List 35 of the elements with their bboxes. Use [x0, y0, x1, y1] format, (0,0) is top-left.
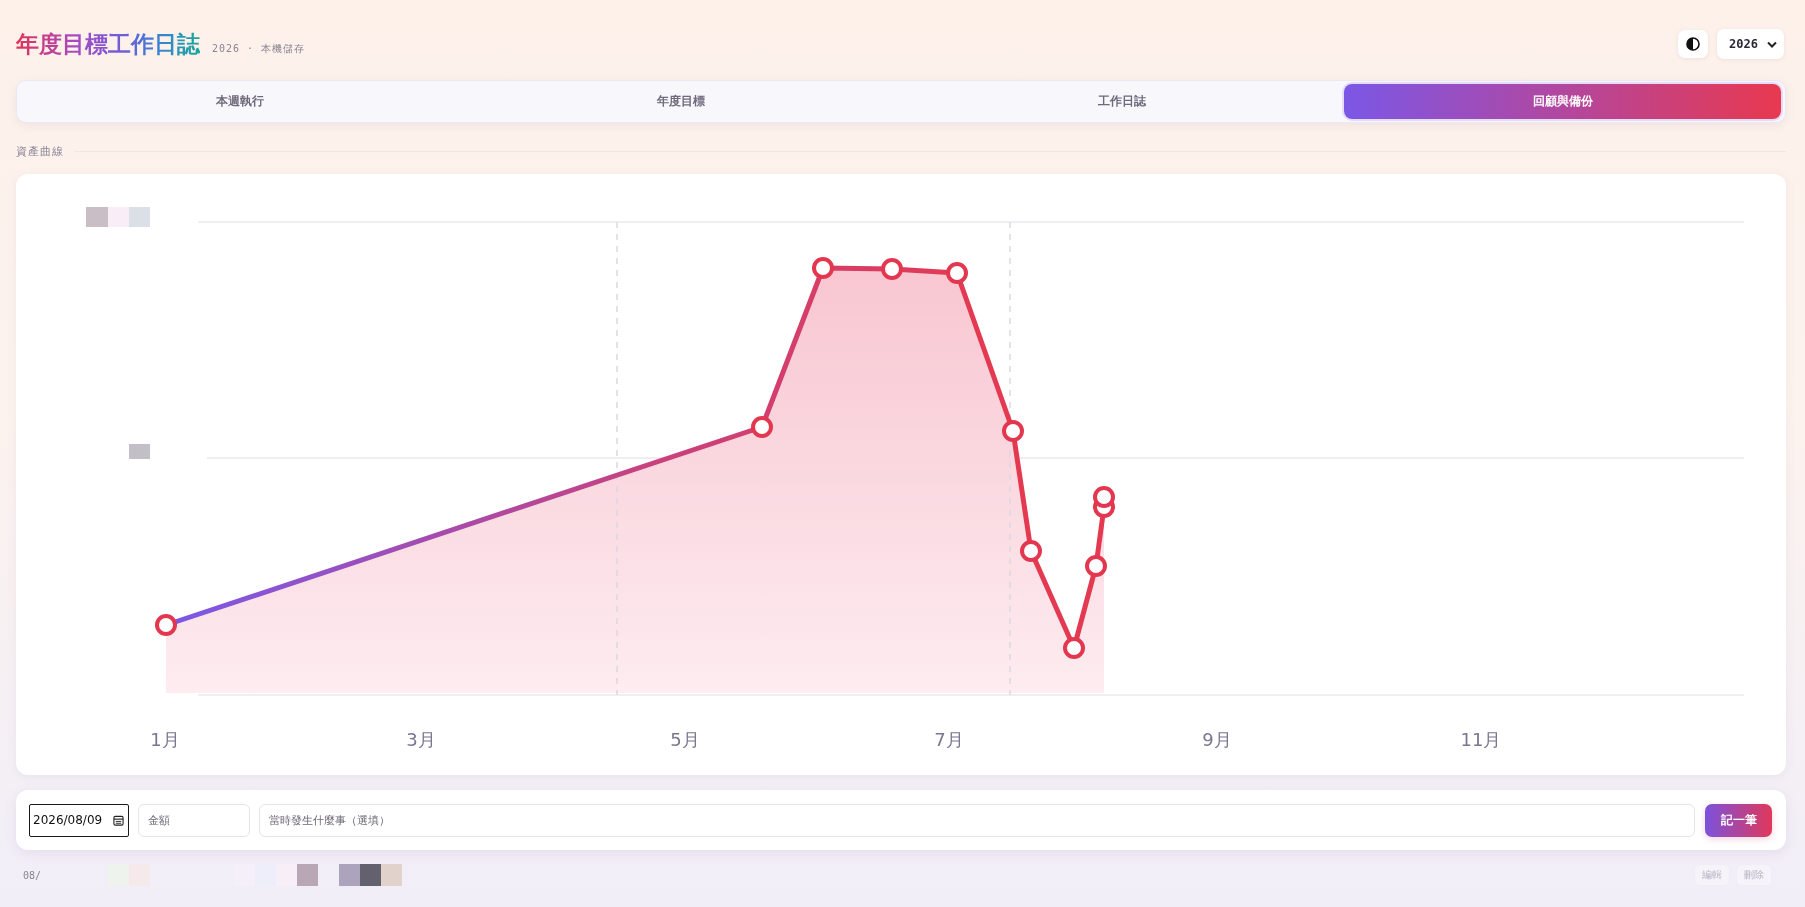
mosaic-drawing [86, 207, 150, 227]
data-point [1063, 637, 1085, 659]
data-point [881, 258, 903, 280]
data-point [1002, 420, 1024, 442]
nav-tab[interactable]: 回顧與備份 [1344, 84, 1781, 119]
nav-tab[interactable]: 本週執行 [21, 84, 458, 119]
year-select[interactable]: 2026 [1717, 29, 1784, 59]
month-label: 9月 [1202, 729, 1232, 750]
nav-tab[interactable]: 工作日誌 [903, 84, 1340, 119]
chevron-down-icon [1767, 40, 1777, 48]
data-point [1085, 555, 1107, 577]
month-label: 11月 [1460, 729, 1502, 750]
data-point [946, 262, 968, 284]
date-field[interactable]: 2026/08/09 [29, 803, 129, 837]
theme-toggle-button[interactable] [1678, 30, 1709, 58]
data-point [1093, 486, 1115, 508]
nav-tab[interactable]: 年度目標 [462, 84, 899, 119]
app-subtitle: 2026 · 本機儲存 [212, 42, 306, 56]
amount-field[interactable]: 金額 [138, 803, 250, 837]
month-label: 7月 [934, 729, 964, 750]
calendar-icon [113, 814, 124, 826]
entry-date: 08/ [23, 869, 43, 881]
data-point [155, 614, 177, 636]
month-label: 1月 [150, 729, 180, 750]
data-point [1020, 540, 1042, 562]
app-title: 年度目標工作日誌 [16, 29, 200, 59]
month-label: 3月 [406, 729, 436, 750]
note-field[interactable]: 當時發生什麼事（選填） [259, 803, 1695, 837]
contrast-icon [1686, 37, 1701, 51]
mosaic-drawing [129, 444, 150, 459]
submit-button[interactable]: 記一筆 [1705, 803, 1772, 837]
section-title: 資產曲線 [16, 143, 64, 159]
data-point [812, 257, 834, 279]
data-point [751, 416, 773, 438]
month-label: 5月 [670, 729, 700, 750]
